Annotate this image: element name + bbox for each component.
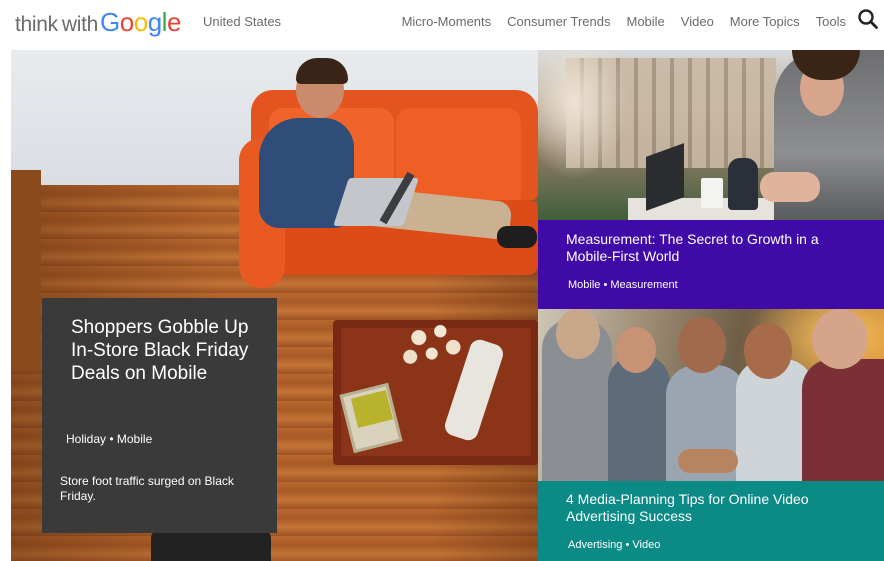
featured-article-title[interactable]: Shoppers Gobble Up In-Store Black Friday… bbox=[71, 316, 251, 385]
nav-more-topics[interactable]: More Topics bbox=[730, 14, 800, 29]
nav-micro-moments[interactable]: Micro-Moments bbox=[402, 14, 492, 29]
article-title[interactable]: Measurement: The Secret to Growth in a M… bbox=[566, 231, 856, 265]
featured-article-description: Store foot traffic surged on Black Frida… bbox=[60, 474, 234, 503]
featured-article-tags: Holiday • Mobile bbox=[66, 432, 153, 446]
nav-video[interactable]: Video bbox=[681, 14, 714, 29]
article-tile-measurement[interactable]: Measurement: The Secret to Growth in a M… bbox=[538, 50, 884, 309]
region-selector[interactable]: United States bbox=[203, 14, 281, 29]
featured-article-tile[interactable]: Shoppers Gobble Up In-Store Black Friday… bbox=[11, 50, 538, 561]
search-button[interactable] bbox=[857, 8, 879, 30]
logo-with-text: with bbox=[61, 13, 99, 36]
think-with-google-logo[interactable]: think with Google bbox=[15, 7, 181, 39]
featured-article-card[interactable]: Shoppers Gobble Up In-Store Black Friday… bbox=[42, 298, 277, 533]
logo-think-text: think bbox=[15, 13, 58, 36]
article-tags: Mobile • Measurement bbox=[568, 279, 678, 291]
site-header: think with Google United States Micro-Mo… bbox=[0, 0, 884, 48]
search-icon bbox=[858, 9, 878, 29]
nav-consumer-trends[interactable]: Consumer Trends bbox=[507, 14, 610, 29]
logo-google-wordmark: Google bbox=[100, 7, 181, 37]
article-title[interactable]: 4 Media-Planning Tips for Online Video A… bbox=[566, 491, 856, 525]
main-nav: Micro-Moments Consumer Trends Mobile Vid… bbox=[386, 14, 846, 29]
article-tile-video[interactable]: 4 Media-Planning Tips for Online Video A… bbox=[538, 309, 884, 561]
nav-mobile[interactable]: Mobile bbox=[626, 14, 664, 29]
article-tags: Advertising • Video bbox=[568, 539, 661, 551]
article-caption-band: Measurement: The Secret to Growth in a M… bbox=[538, 220, 884, 309]
article-caption-band: 4 Media-Planning Tips for Online Video A… bbox=[538, 481, 884, 561]
nav-tools[interactable]: Tools bbox=[816, 14, 846, 29]
